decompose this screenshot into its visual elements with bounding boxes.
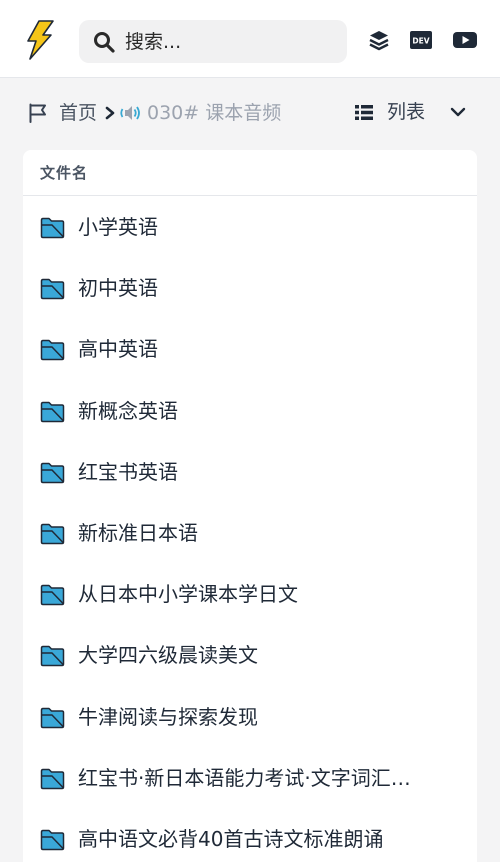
- folder-row[interactable]: 初中英语: [23, 257, 477, 318]
- chevron-down-icon[interactable]: [449, 104, 467, 120]
- file-list: 小学英语 初中英语 高中英语 新概念英语 红宝书英语 新标准日本语 从日本中小学…: [23, 196, 477, 862]
- folder-name: 高中英语: [78, 337, 158, 362]
- file-list-panel: 文件名 小学英语 初中英语 高中英语 新概念英语 红宝书英语 新标准日本语 从日…: [23, 150, 477, 862]
- dev-icon[interactable]: DEV: [410, 29, 432, 51]
- folder-name: 新标准日本语: [78, 520, 198, 545]
- folder-row[interactable]: 新概念英语: [23, 380, 477, 441]
- folder-name: 红宝书·新日本语能力考试·文字词汇…: [78, 765, 411, 790]
- folder-icon: [40, 340, 65, 361]
- folder-name: 高中语文必背40首古诗文标准朗诵: [78, 826, 384, 851]
- folder-name: 从日本中小学课本学日文: [78, 582, 298, 607]
- folder-row[interactable]: 新标准日本语: [23, 502, 477, 563]
- folder-icon: [40, 217, 65, 239]
- folder-row[interactable]: 红宝书·新日本语能力考试·文字词汇…: [23, 747, 477, 808]
- search-placeholder: 搜索...: [125, 31, 182, 53]
- folder-icon: [40, 278, 65, 300]
- flag-icon: [29, 103, 46, 123]
- folder-icon: [40, 523, 65, 545]
- chevron-right-icon: [105, 106, 115, 120]
- audio-icon: [120, 106, 140, 120]
- folder-name: 小学英语: [78, 215, 158, 239]
- folder-icon: [40, 646, 65, 667]
- folder-name: 牛津阅读与探索发现: [78, 704, 258, 729]
- folder-row[interactable]: 牛津阅读与探索发现: [23, 686, 477, 747]
- folder-icon: [40, 462, 65, 483]
- folder-icon: [40, 584, 65, 606]
- lightning-bolt-icon[interactable]: [24, 20, 56, 60]
- folder-row[interactable]: 大学四六级晨读美文: [23, 624, 477, 685]
- folder-row[interactable]: 高中英语: [23, 318, 477, 379]
- layers-icon[interactable]: [368, 29, 390, 51]
- folder-row[interactable]: 高中语文必背40首古诗文标准朗诵: [23, 808, 477, 862]
- view-mode-label[interactable]: 列表: [387, 99, 425, 125]
- search-icon: [94, 32, 115, 53]
- breadcrumb-home[interactable]: 首页: [59, 100, 97, 126]
- folder-row[interactable]: 从日本中小学课本学日文: [23, 563, 477, 624]
- folder-icon: [40, 768, 65, 789]
- folder-name: 新概念英语: [78, 398, 178, 423]
- folder-name: 红宝书英语: [78, 459, 178, 484]
- breadcrumb-current: 030# 课本音频: [147, 102, 282, 124]
- list-view-icon: [355, 105, 373, 120]
- column-header-filename[interactable]: 文件名: [23, 150, 477, 196]
- youtube-icon[interactable]: [453, 29, 477, 51]
- folder-icon: [40, 401, 65, 422]
- search-box[interactable]: 搜索...: [79, 20, 347, 63]
- folder-name: 初中英语: [78, 276, 158, 301]
- folder-name: 大学四六级晨读美文: [78, 643, 258, 668]
- folder-icon: [40, 707, 65, 728]
- folder-icon: [40, 829, 65, 851]
- folder-row[interactable]: 红宝书英语: [23, 441, 477, 502]
- dev-badge-text: DEV: [412, 37, 429, 46]
- top-bar: 搜索... DEV: [0, 0, 500, 78]
- folder-row[interactable]: 小学英语: [23, 196, 477, 257]
